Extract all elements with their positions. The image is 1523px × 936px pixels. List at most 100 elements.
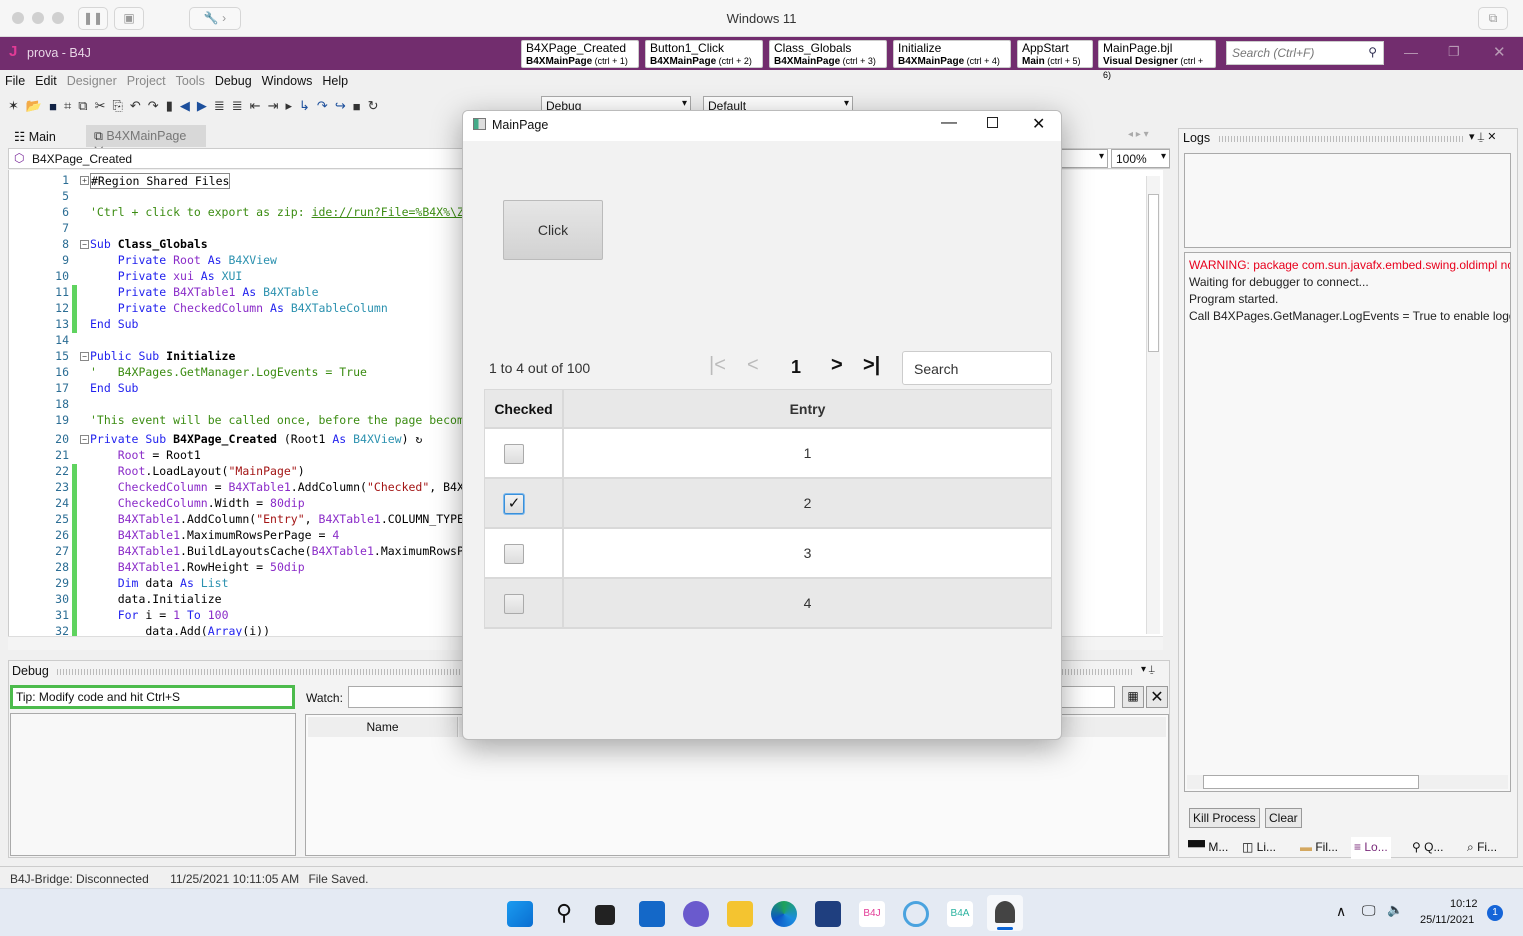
store-icon[interactable] [815, 901, 841, 927]
back-icon[interactable]: ◀ [180, 98, 190, 114]
step-out-icon[interactable]: ↪ [335, 98, 346, 114]
quick-tab-appstart[interactable]: AppStart Main (ctrl + 5) [1017, 40, 1093, 68]
debug-variables-list[interactable] [10, 713, 296, 856]
show-hidden-icons[interactable]: ∧ [1336, 903, 1346, 920]
b4x-app-icon[interactable] [903, 901, 929, 927]
code-line[interactable]: data.Add(Array(i)) [90, 624, 270, 636]
logs-horizontal-scrollbar[interactable] [1187, 775, 1508, 789]
code-line[interactable]: CheckedColumn.Width = 80dip [90, 496, 305, 510]
file-explorer-icon[interactable] [727, 901, 753, 927]
code-line[interactable]: End Sub [90, 381, 138, 395]
quick-tab-initialize[interactable]: Initialize B4XMainPage (ctrl + 4) [893, 40, 1011, 68]
tab-b4xmainpage[interactable]: ⧉ B4XMainPage ✕ [86, 125, 206, 158]
last-page-icon[interactable]: >| [863, 354, 880, 377]
outdent-icon[interactable]: ⇤ [250, 98, 261, 114]
code-line[interactable]: Private CheckedColumn As B4XTableColumn [90, 301, 388, 315]
fullscreen-icon[interactable]: ⧉ [1478, 7, 1508, 30]
code-line[interactable]: For i = 1 To 100 [90, 608, 229, 622]
start-icon[interactable] [507, 901, 533, 927]
code-line[interactable]: End Sub [90, 317, 138, 331]
restart-icon[interactable]: ↻ [368, 98, 379, 114]
tab-scroll-arrows[interactable]: ◂ ▸ ▾ [1128, 129, 1149, 140]
code-line[interactable]: B4XTable1.RowHeight = 50dip [90, 560, 305, 574]
menu-help[interactable]: Help [317, 72, 353, 88]
clock-time[interactable]: 10:12 [1450, 898, 1478, 910]
quick-tab-button1-click[interactable]: Button1_Click B4XMainPage (ctrl + 2) [645, 40, 763, 68]
menu-debug[interactable]: Debug [210, 72, 257, 88]
forward-icon[interactable]: ▶ [197, 98, 207, 114]
table-row[interactable]: 3 [484, 529, 1052, 579]
name-column-header[interactable]: Name [308, 717, 458, 737]
close-button[interactable]: ✕ [1032, 114, 1045, 134]
widgets-icon[interactable] [639, 901, 665, 927]
collapse-icon[interactable]: − [80, 352, 89, 361]
comment-icon[interactable]: ≣ [214, 98, 225, 114]
cut-icon[interactable]: ✂ [95, 98, 106, 114]
logs-filter-area[interactable] [1184, 153, 1511, 248]
paste-icon[interactable]: ⎘ [112, 98, 122, 114]
maximize-button[interactable] [987, 117, 998, 128]
quick-tab-mainpage-bjl[interactable]: MainPage.bjl Visual Designer (ctrl + 6) [1098, 40, 1216, 80]
new-icon[interactable]: ✶ [8, 98, 19, 114]
search-icon[interactable]: ⚲ [551, 901, 577, 927]
bottom-tab-1[interactable]: ◫ Li... [1239, 837, 1279, 859]
code-line[interactable]: Private Sub B4XPage_Created (Root1 As B4… [90, 432, 422, 446]
stop-icon[interactable]: ■ [353, 99, 361, 114]
restore-button[interactable]: ❐ [1448, 44, 1460, 60]
menu-windows[interactable]: Windows [257, 72, 318, 88]
code-line[interactable]: Root = Root1 [90, 448, 201, 462]
code-line[interactable]: Root.LoadLayout("MainPage") [90, 464, 305, 478]
table-search-input[interactable]: Search [902, 351, 1052, 385]
b4j-app-icon[interactable]: B4J [859, 901, 885, 927]
code-line[interactable]: #Region Shared Files [90, 173, 231, 189]
previous-page-icon[interactable]: < [747, 354, 759, 377]
volume-icon[interactable]: 🔈 [1387, 902, 1403, 918]
row-checkbox[interactable]: ✓ [504, 494, 524, 514]
code-line[interactable]: Sub Class_Globals [90, 237, 208, 251]
menu-file[interactable]: File [0, 72, 30, 88]
b4a-app-icon[interactable]: B4A [947, 901, 973, 927]
chat-icon[interactable] [683, 901, 709, 927]
open-icon[interactable]: 📂 [26, 98, 42, 114]
clock-date[interactable]: 25/11/2021 [1420, 914, 1474, 926]
code-line[interactable]: B4XTable1.AddColumn("Entry", B4XTable1.C… [90, 512, 527, 526]
code-line[interactable]: Private Root As B4XView [90, 253, 277, 267]
code-line[interactable]: B4XTable1.BuildLayoutsCache(B4XTable1.Ma… [90, 544, 513, 558]
minimize-button[interactable]: — [941, 114, 957, 132]
menu-designer[interactable]: Designer [62, 72, 122, 88]
code-line[interactable]: Public Sub Initialize [90, 349, 235, 363]
edge-icon[interactable] [771, 901, 797, 927]
minimize-button[interactable]: — [1404, 44, 1418, 60]
first-page-icon[interactable]: |< [709, 354, 726, 377]
pin-icon[interactable]: ▾ ⍊ ✕ [1469, 130, 1496, 144]
logs-output[interactable]: WARNING: package com.sun.javafx.embed.sw… [1184, 252, 1511, 792]
step-over-icon[interactable]: ↷ [317, 98, 328, 114]
copy-icon[interactable]: ⧉ [78, 98, 87, 114]
expand-icon[interactable]: + [80, 176, 89, 185]
row-checkbox[interactable] [504, 594, 524, 614]
step-in-icon[interactable]: ↳ [299, 98, 310, 114]
code-line[interactable]: Private B4XTable1 As B4XTable [90, 285, 319, 299]
menu-edit[interactable]: Edit [30, 72, 62, 88]
pin-icon[interactable]: ▾ ⍊ [1141, 664, 1155, 675]
table-row[interactable]: 1 [484, 429, 1052, 479]
bottom-tab-5[interactable]: ⌕ Fi... [1464, 837, 1500, 859]
table-row[interactable]: 4 [484, 579, 1052, 629]
header-entry[interactable]: Entry [564, 390, 1052, 427]
bottom-tab-2[interactable]: ▬ Fil... [1297, 837, 1341, 859]
collapse-icon[interactable]: − [80, 240, 89, 249]
uncomment-icon[interactable]: ≣ [232, 98, 243, 114]
quick-tab-class-globals[interactable]: Class_Globals B4XMainPage (ctrl + 3) [769, 40, 887, 68]
clear-watch-icon[interactable]: ✕ [1146, 686, 1168, 708]
tab-main[interactable]: ☷ Main [6, 125, 64, 147]
save-all-icon[interactable]: ⌗ [64, 98, 71, 114]
row-checkbox[interactable] [504, 444, 524, 464]
table-row[interactable]: ✓ 2 [484, 479, 1052, 529]
collapse-icon[interactable]: − [80, 435, 89, 444]
run-icon[interactable]: ▸ [285, 98, 292, 114]
tip-field[interactable]: Tip: Modify code and hit Ctrl+S [10, 685, 295, 709]
row-checkbox[interactable] [504, 544, 524, 564]
java-app-icon[interactable] [987, 895, 1023, 931]
undo-icon[interactable]: ↶ [130, 98, 141, 114]
header-checked[interactable]: Checked [484, 390, 564, 427]
